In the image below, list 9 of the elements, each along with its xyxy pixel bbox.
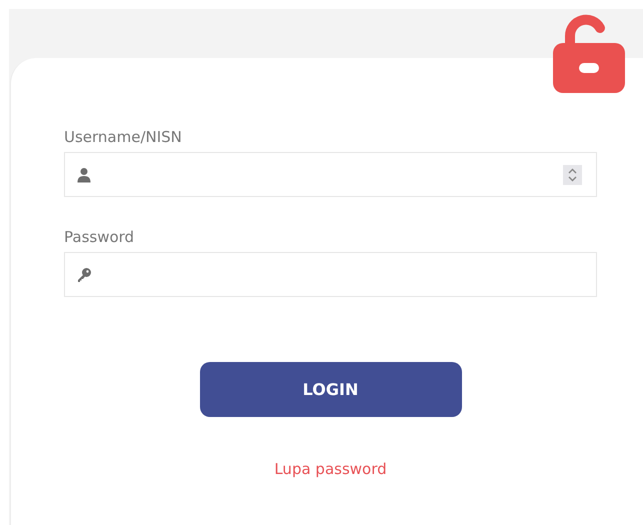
- field-label: Password: [64, 228, 136, 246]
- spinner-icon[interactable]: [563, 164, 582, 184]
- forgot-password-link[interactable]: Lupa password: [274, 460, 387, 478]
- input-field[interactable]: [64, 252, 597, 297]
- input-field[interactable]: [64, 152, 597, 197]
- login-button[interactable]: LOGIN: [200, 362, 462, 417]
- user-icon: [76, 166, 92, 182]
- key-icon: [76, 266, 92, 282]
- field-label: Username/NISN: [64, 128, 183, 146]
